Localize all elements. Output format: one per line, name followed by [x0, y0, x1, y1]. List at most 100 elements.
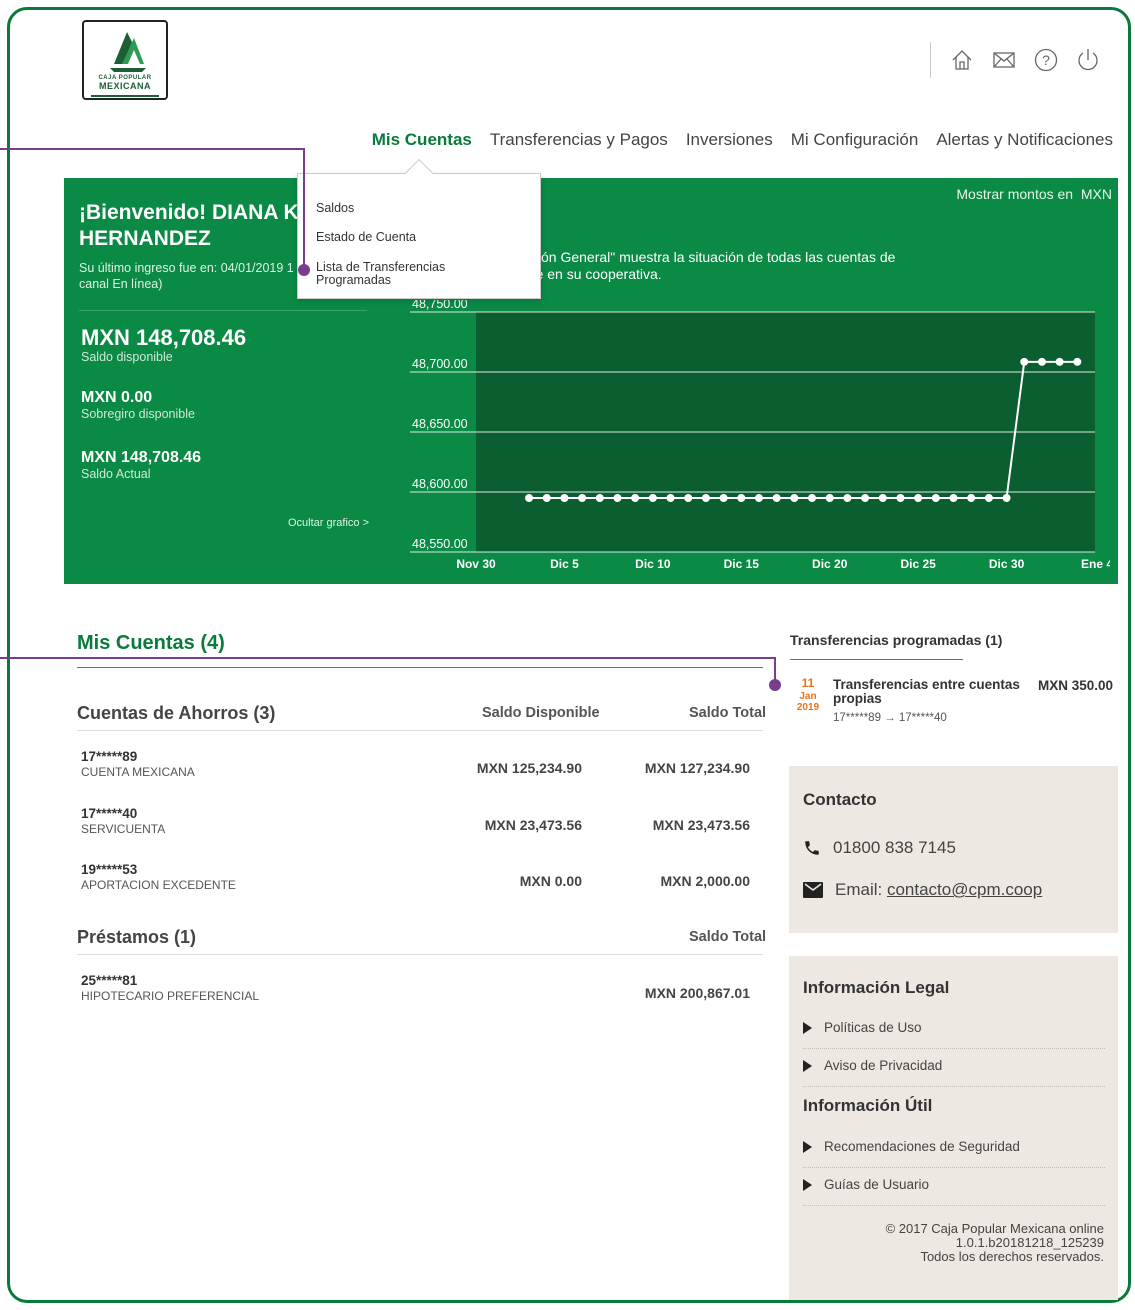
- data-point: [808, 494, 817, 502]
- data-point: [790, 494, 799, 502]
- callout-line: [0, 657, 776, 659]
- legal-title: Información Legal: [803, 978, 950, 997]
- contact-email[interactable]: Email: contacto@cpm.coop: [803, 880, 1042, 900]
- useful-info-title: Información Útil: [803, 1096, 933, 1115]
- menu-lista-transferencias[interactable]: Lista de Transferencias Programadas: [316, 261, 476, 287]
- y-tick-label: 48,600.00: [412, 477, 468, 491]
- account-number: 17*****89: [81, 749, 138, 764]
- y-tick-label: 48,750.00: [412, 300, 468, 311]
- scheduled-title: Transferencias programadas (1): [790, 632, 1003, 648]
- data-point: [648, 494, 657, 502]
- callout-line: [0, 148, 305, 150]
- nav-alertas-notificaciones[interactable]: Alertas y Notificaciones: [936, 130, 1113, 150]
- link-guias-usuario[interactable]: Guías de Usuario: [803, 1177, 1105, 1192]
- data-point: [631, 494, 640, 502]
- data-point: [613, 494, 622, 502]
- data-point: [1073, 357, 1082, 366]
- mis-cuentas-dropdown: Saldos Estado de Cuenta Lista de Transfe…: [297, 173, 541, 299]
- nav-mi-configuracion[interactable]: Mi Configuración: [791, 130, 919, 150]
- x-tick-label: Dic 10: [635, 557, 671, 571]
- available-balance: MXN 125,234.90: [476, 760, 582, 776]
- email-icon: [803, 882, 823, 898]
- contact-phone[interactable]: 01800 838 7145: [803, 838, 956, 858]
- account-number: 17*****40: [81, 806, 138, 821]
- menu-estado-cuenta[interactable]: Estado de Cuenta: [316, 231, 516, 244]
- total-balance: MXN 2,000.00: [660, 873, 751, 889]
- col-saldo-total: Saldo Total: [689, 705, 767, 721]
- account-name: SERVICUENTA: [81, 822, 166, 836]
- data-point: [843, 494, 852, 502]
- balance-current: MXN 148,708.46 Saldo Actual: [81, 449, 202, 481]
- x-tick-label: Nov 30: [456, 557, 496, 571]
- data-point: [737, 494, 746, 502]
- data-point: [1055, 357, 1064, 366]
- scheduled-accounts: 17*****89 → 17*****40: [833, 712, 947, 724]
- data-point: [984, 494, 993, 502]
- mail-icon[interactable]: [992, 48, 1016, 72]
- data-point: [772, 494, 781, 502]
- balance-overdraft: MXN 0.00 Sobregiro disponible: [81, 389, 195, 421]
- x-tick-label: Ene 4: [1081, 557, 1110, 571]
- menu-saldos[interactable]: Saldos: [316, 202, 516, 215]
- data-point: [719, 494, 728, 502]
- data-point: [560, 494, 569, 502]
- currency-selector[interactable]: Mostrar montos en MXN: [956, 186, 1112, 202]
- x-tick-label: Dic 30: [989, 557, 1025, 571]
- data-point: [949, 494, 958, 502]
- scheduled-description[interactable]: Transferencias entre cuentas propias: [833, 678, 1043, 706]
- data-point: [578, 494, 587, 502]
- link-politicas-uso[interactable]: Políticas de Uso: [803, 1020, 1105, 1035]
- y-tick-label: 48,650.00: [412, 417, 468, 431]
- data-point: [666, 494, 675, 502]
- data-point: [825, 494, 834, 502]
- x-tick-label: Dic 15: [724, 557, 760, 571]
- data-point: [896, 494, 905, 502]
- triangle-right-icon: [803, 1021, 812, 1034]
- nav-transferencias-pagos[interactable]: Transferencias y Pagos: [490, 130, 668, 150]
- email-link[interactable]: contacto@cpm.coop: [887, 880, 1042, 900]
- y-tick-label: 48,700.00: [412, 357, 468, 371]
- total-balance: MXN 200,867.01: [644, 985, 750, 1001]
- top-toolbar: ?: [930, 42, 1109, 78]
- data-point: [914, 494, 923, 502]
- account-number: 19*****53: [81, 862, 138, 877]
- data-point: [542, 494, 551, 502]
- loans-title: Préstamos (1): [77, 927, 197, 947]
- scheduled-date: 11 Jan 2019: [796, 676, 820, 713]
- data-point: [1002, 494, 1011, 502]
- triangle-right-icon: [803, 1140, 812, 1153]
- hide-chart-link[interactable]: Ocultar grafico >: [288, 517, 369, 529]
- data-point: [1037, 357, 1046, 366]
- nav-inversiones[interactable]: Inversiones: [686, 130, 773, 150]
- triangle-right-icon: [803, 1059, 812, 1072]
- logo[interactable]: CAJA POPULAR MEXICANA: [82, 20, 168, 100]
- chart-description: ipción General" muestra la situación de …: [520, 249, 896, 282]
- savings-title: Cuentas de Ahorros (3): [77, 703, 276, 723]
- home-icon[interactable]: [950, 48, 974, 72]
- available-balance: MXN 0.00: [519, 873, 582, 889]
- data-point: [754, 494, 763, 502]
- copyright: © 2017 Caja Popular Mexicana online 1.0.…: [885, 1221, 1104, 1264]
- help-icon[interactable]: ?: [1034, 48, 1058, 72]
- x-tick-label: Dic 20: [812, 557, 848, 571]
- available-balance: MXN 23,473.56: [484, 817, 582, 833]
- balance-chart: 48,750.00 48,700.00 48,650.00 48,600.00 48,5…: [410, 300, 1110, 571]
- total-balance: MXN 127,234.90: [644, 760, 750, 776]
- phone-icon: [805, 841, 819, 855]
- logo-mark-icon: [110, 32, 146, 72]
- balance-available: MXN 148,708.46 Saldo disponible: [81, 325, 247, 365]
- data-point: [878, 494, 887, 502]
- main-nav: Mis Cuentas Transferencias y Pagos Inver…: [0, 130, 1113, 150]
- data-point: [684, 494, 693, 502]
- divider: [79, 310, 367, 311]
- data-point: [861, 494, 870, 502]
- link-aviso-privacidad[interactable]: Aviso de Privacidad: [803, 1058, 1105, 1073]
- triangle-right-icon: [803, 1178, 812, 1191]
- account-name: APORTACION EXCEDENTE: [81, 878, 236, 892]
- link-recomendaciones[interactable]: Recomendaciones de Seguridad: [803, 1139, 1105, 1154]
- nav-mis-cuentas[interactable]: Mis Cuentas: [372, 130, 472, 150]
- callout-dot: [769, 679, 781, 691]
- accounts-title: Mis Cuentas (4): [77, 632, 225, 654]
- contact-title: Contacto: [803, 790, 877, 809]
- power-icon[interactable]: [1076, 48, 1100, 72]
